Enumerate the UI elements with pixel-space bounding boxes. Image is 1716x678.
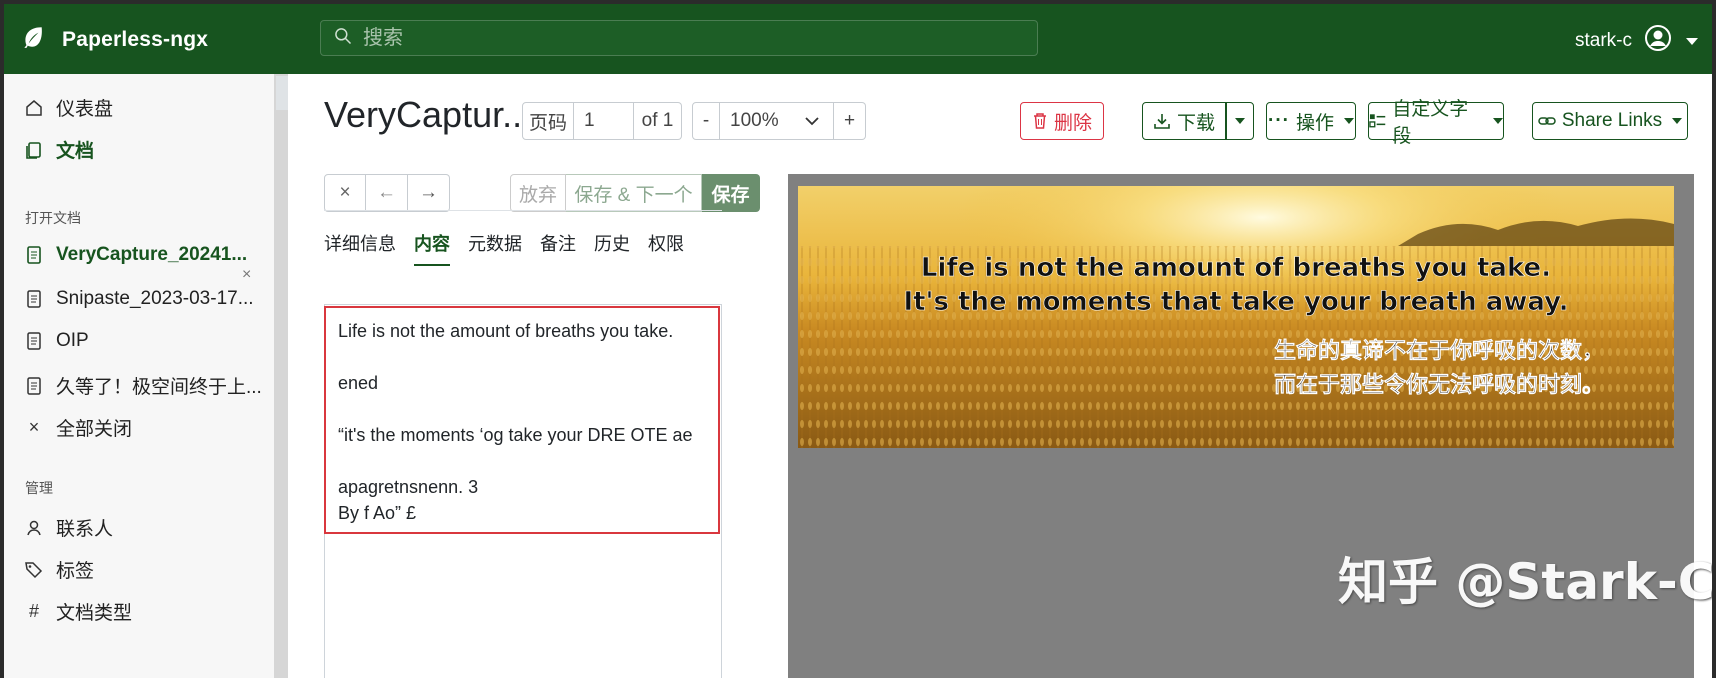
save-button[interactable]: 保存 xyxy=(702,174,760,212)
person-icon xyxy=(24,518,44,538)
search-input[interactable] xyxy=(363,26,1003,50)
username: stark-c xyxy=(1575,30,1632,51)
sidebar-item-documents[interactable]: 文档 xyxy=(24,136,94,163)
link-icon xyxy=(1538,117,1556,125)
chevron-down-icon xyxy=(1493,118,1503,124)
document-detail: VeryCaptur... 页码 1 of 1 - 100% + 删除 下载 ·… xyxy=(288,74,1712,678)
chevron-down-icon xyxy=(1686,37,1698,45)
zoom-in-button[interactable]: + xyxy=(834,102,866,140)
tab-details[interactable]: 详细信息 xyxy=(324,230,396,266)
close-button[interactable]: × xyxy=(324,174,366,212)
sidebar-item-document-types[interactable]: # 文档类型 xyxy=(24,598,132,625)
tab-history[interactable]: 历史 xyxy=(594,230,630,266)
trash-icon xyxy=(1033,113,1046,129)
files-icon xyxy=(24,140,44,160)
app-name: Paperless-ngx xyxy=(62,27,209,51)
page-count: of 1 xyxy=(634,102,682,140)
manage-heading: 管理 xyxy=(25,480,53,496)
open-doc-item[interactable]: OIP xyxy=(24,330,89,352)
ui-checks-icon xyxy=(1369,114,1386,128)
download-icon xyxy=(1154,114,1170,129)
top-navbar: Paperless-ngx stark-c xyxy=(4,4,1712,74)
zoom-select[interactable]: 100% xyxy=(720,102,834,140)
app-window: Paperless-ngx stark-c 仪表盘 文档 打开文档 xyxy=(4,4,1712,678)
user-menu[interactable]: stark-c xyxy=(1575,24,1698,58)
sidebar-item-correspondents[interactable]: 联系人 xyxy=(24,514,113,541)
brand[interactable]: Paperless-ngx xyxy=(20,24,208,55)
open-doc-item[interactable]: VeryCapture_20241... xyxy=(24,244,247,266)
close-doc-icon[interactable]: × xyxy=(242,266,251,284)
house-icon xyxy=(24,98,44,118)
preview-image: Life is not the amount of breaths you ta… xyxy=(798,186,1674,448)
divider xyxy=(324,210,722,211)
file-text-icon xyxy=(24,289,44,309)
file-text-icon xyxy=(24,331,44,351)
chevron-down-icon xyxy=(1235,118,1245,124)
more-horizontal-icon: ··· xyxy=(1268,110,1290,131)
chevron-down-icon xyxy=(805,117,819,126)
preview-line-2: It's the moments that take your breath a… xyxy=(903,287,1568,317)
zoom-out-button[interactable]: - xyxy=(692,102,720,140)
tab-metadata[interactable]: 元数据 xyxy=(468,230,522,266)
tab-permissions[interactable]: 权限 xyxy=(648,230,684,266)
share-links-dropdown[interactable]: Share Links xyxy=(1532,102,1688,140)
content-text[interactable]: Life is not the amount of breaths you ta… xyxy=(338,318,708,526)
tab-notes[interactable]: 备注 xyxy=(540,230,576,266)
page-label: 页码 xyxy=(522,102,574,140)
page-title: VeryCaptur... xyxy=(324,94,533,135)
file-text-icon xyxy=(24,245,44,265)
open-doc-item[interactable]: Snipaste_2023-03-17... xyxy=(24,288,254,310)
delete-button[interactable]: 删除 xyxy=(1020,102,1104,140)
chevron-down-icon xyxy=(1344,118,1354,124)
close-all-button[interactable]: × 全部关闭 xyxy=(24,414,132,441)
user-avatar-icon xyxy=(1644,24,1672,58)
next-button[interactable]: → xyxy=(408,174,450,212)
custom-fields-dropdown[interactable]: 自定义字段 xyxy=(1368,99,1504,147)
previous-button[interactable]: ← xyxy=(366,174,408,212)
leaf-logo-icon xyxy=(20,24,46,55)
page-navigator: 页码 1 of 1 xyxy=(522,102,682,140)
open-documents-heading: 打开文档 xyxy=(25,210,81,226)
actions-dropdown[interactable]: ··· 操作 xyxy=(1266,102,1356,140)
sidebar-item-tags[interactable]: 标签 xyxy=(24,556,94,583)
download-dropdown-toggle[interactable] xyxy=(1226,102,1254,140)
sidebar-divider xyxy=(274,74,288,678)
watermark: 知乎 @Stark-C xyxy=(1338,553,1712,611)
sidebar-item-dashboard[interactable]: 仪表盘 xyxy=(24,94,113,121)
zoom-controls: - 100% + xyxy=(692,102,866,140)
search-icon xyxy=(333,26,353,51)
hash-icon: # xyxy=(28,601,39,621)
sidebar: 仪表盘 文档 打开文档 VeryCapture_20241... × Snipa… xyxy=(4,74,274,678)
preview-line-3: 生命的真谛不在于你呼吸的次数， xyxy=(1274,338,1604,364)
close-icon: × xyxy=(28,417,40,437)
file-text-icon xyxy=(24,376,44,396)
discard-button[interactable]: 放弃 xyxy=(510,174,566,212)
global-search[interactable] xyxy=(320,20,1038,56)
preview-line-4: 而在于那些令你无法呼吸的时刻。 xyxy=(1274,372,1604,398)
document-tabs: 详细信息 内容 元数据 备注 历史 权限 xyxy=(324,230,702,266)
tab-content[interactable]: 内容 xyxy=(414,230,450,266)
document-preview[interactable]: Life is not the amount of breaths you ta… xyxy=(788,174,1712,678)
save-next-button[interactable]: 保存 & 下一个 xyxy=(566,174,702,212)
open-doc-item[interactable]: 久等了！极空间终于上... xyxy=(24,372,262,399)
chevron-down-icon xyxy=(1672,118,1683,124)
download-button[interactable]: 下载 xyxy=(1142,102,1226,140)
preview-line-1: Life is not the amount of breaths you ta… xyxy=(921,253,1551,283)
tags-icon xyxy=(24,560,44,580)
download-group: 下载 xyxy=(1142,102,1254,140)
page-input[interactable]: 1 xyxy=(574,102,634,140)
doc-navigation: × ← → xyxy=(324,174,450,212)
save-controls: 放弃 保存 & 下一个 保存 xyxy=(510,174,760,212)
